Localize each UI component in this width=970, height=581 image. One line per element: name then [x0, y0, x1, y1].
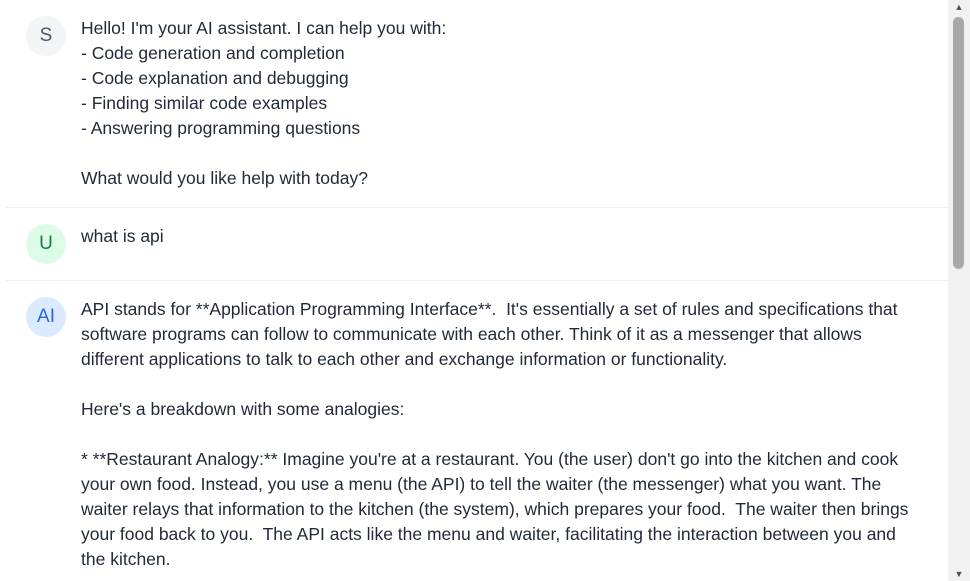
- message-text: what is api: [81, 226, 164, 246]
- scroll-thumb[interactable]: [953, 17, 964, 269]
- scroll-down-icon[interactable]: ▼: [948, 567, 970, 581]
- message-text: Hello! I'm your AI assistant. I can help…: [81, 18, 447, 188]
- system-avatar: S: [26, 16, 66, 56]
- chat-window: S Hello! I'm your AI assistant. I can he…: [0, 0, 970, 581]
- scroll-up-icon[interactable]: ▲: [948, 0, 970, 14]
- message-user: U what is api: [6, 208, 948, 281]
- message-text: API stands for **Application Programming…: [81, 299, 909, 569]
- message-system: S Hello! I'm your AI assistant. I can he…: [6, 0, 948, 208]
- ai-avatar: AI: [26, 297, 66, 337]
- user-avatar: U: [26, 224, 66, 264]
- vertical-scrollbar[interactable]: ▲ ▼: [948, 0, 970, 581]
- message-ai: AI API stands for **Application Programm…: [6, 281, 948, 581]
- message-thread[interactable]: S Hello! I'm your AI assistant. I can he…: [0, 0, 948, 581]
